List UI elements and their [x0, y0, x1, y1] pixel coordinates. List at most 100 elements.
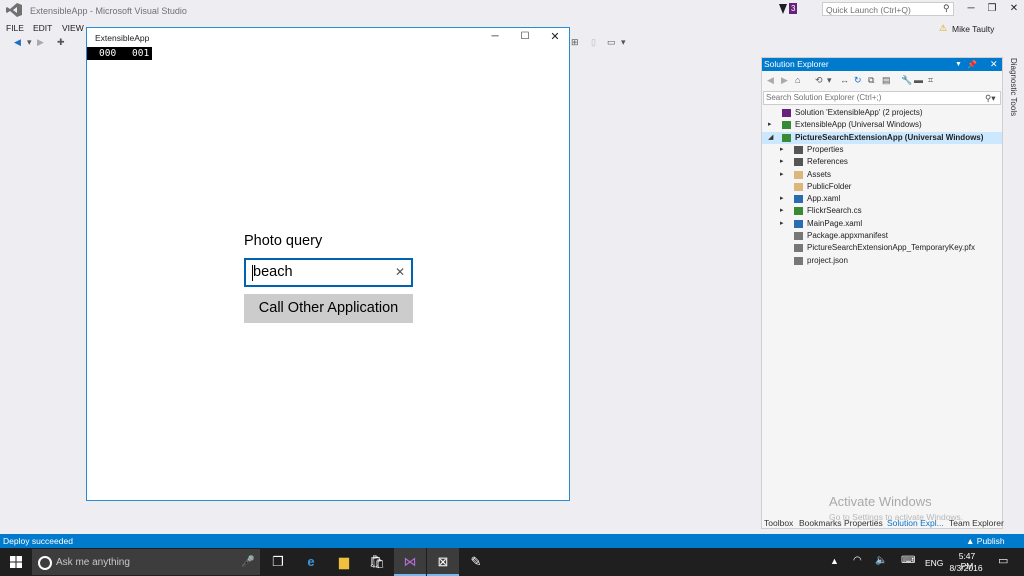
- chevron-right-icon[interactable]: ▸: [768, 119, 772, 131]
- menu-file[interactable]: FILE: [6, 23, 24, 33]
- pending-changes-icon[interactable]: ↔: [840, 75, 849, 85]
- chevron-down-icon[interactable]: ▼: [955, 58, 962, 71]
- visual-studio-taskbar-icon[interactable]: ⋈: [394, 548, 426, 576]
- menu-view[interactable]: VIEW: [62, 23, 84, 33]
- tree-item[interactable]: PictureSearchExtensionApp_TemporaryKey.p…: [762, 242, 1002, 254]
- windows-start-icon[interactable]: [10, 556, 22, 568]
- vs-close-button[interactable]: ✕: [1006, 2, 1022, 16]
- activate-windows-watermark: Activate Windows: [829, 494, 932, 509]
- tree-item[interactable]: Solution 'ExtensibleApp' (2 projects): [762, 107, 1002, 119]
- wrench-icon[interactable]: 🔧: [901, 75, 912, 86]
- toolbar-disabled-icon[interactable]: ▯: [591, 37, 596, 48]
- show-hidden-icons-icon[interactable]: ▲: [830, 556, 839, 566]
- toolbar-extra-icon[interactable]: ⊞: [571, 37, 579, 48]
- task-view-icon[interactable]: ❐: [262, 548, 294, 576]
- tab-toolbox[interactable]: Toolbox: [764, 518, 793, 528]
- tree-item[interactable]: ▸ FlickrSearch.cs: [762, 205, 1002, 217]
- tree-item[interactable]: ▸ Assets: [762, 169, 1002, 181]
- cortana-search-box[interactable]: Ask me anything 🎤: [32, 549, 260, 575]
- xaml-icon: [794, 195, 803, 204]
- collapse-all-icon[interactable]: ⧉: [868, 75, 874, 86]
- toolbar-icon[interactable]: ▭: [607, 37, 616, 48]
- tree-item[interactable]: PublicFolder: [762, 181, 1002, 193]
- app-minimize-button[interactable]: ─: [487, 30, 503, 44]
- tree-item[interactable]: ▸ Properties: [762, 144, 1002, 156]
- call-other-application-button[interactable]: Call Other Application: [244, 294, 413, 323]
- chevron-right-icon[interactable]: ▸: [780, 218, 784, 230]
- input-language[interactable]: ENG: [925, 558, 943, 568]
- chevron-right-icon[interactable]: ▸: [780, 205, 784, 217]
- solution-explorer-search-input[interactable]: Search Solution Explorer (Ctrl+;) ⚲▾: [763, 91, 1001, 105]
- file-explorer-icon[interactable]: ▆: [328, 548, 360, 576]
- back-icon[interactable]: ◀: [767, 75, 774, 86]
- chevron-right-icon[interactable]: ▸: [780, 156, 784, 168]
- home-icon[interactable]: ⌂: [795, 75, 800, 85]
- publish-button[interactable]: ▲ Publish: [966, 536, 1005, 546]
- clock-date[interactable]: 8/3/2016: [946, 563, 986, 573]
- vs-minimize-button[interactable]: ─: [963, 2, 979, 16]
- chevron-right-icon[interactable]: ▸: [780, 144, 784, 156]
- menu-edit[interactable]: EDIT: [33, 23, 52, 33]
- dropdown-arrow-icon[interactable]: ▾: [827, 75, 832, 86]
- app-maximize-button[interactable]: ☐: [517, 30, 533, 44]
- warning-icon: ⚠: [939, 23, 948, 33]
- tree-item[interactable]: ▸ App.xaml: [762, 193, 1002, 205]
- refresh-icon[interactable]: ↻: [854, 75, 862, 86]
- publish-label: Publish: [976, 536, 1005, 546]
- tree-item[interactable]: ▸ MainPage.xaml: [762, 218, 1002, 230]
- preview-icon[interactable]: ▬: [914, 75, 923, 85]
- microphone-icon[interactable]: 🎤: [241, 555, 255, 568]
- tree-item[interactable]: ◢ PictureSearchExtensionApp (Universal Wi…: [762, 131, 1002, 144]
- notification-count-badge[interactable]: 3: [789, 3, 798, 14]
- wrench-icon: [794, 145, 803, 154]
- class-view-icon[interactable]: ⌗: [928, 75, 933, 86]
- close-icon[interactable]: ✕: [990, 58, 998, 71]
- photo-query-input[interactable]: beach ✕: [244, 258, 413, 287]
- chevron-expanded-icon[interactable]: ◢: [768, 132, 773, 144]
- chevron-right-icon[interactable]: ▸: [780, 169, 784, 181]
- search-icon[interactable]: ⚲▾: [985, 92, 996, 104]
- pin-icon[interactable]: 📌: [967, 58, 977, 71]
- tree-item[interactable]: ▸ ExtensibleApp (Universal Windows): [762, 119, 1002, 131]
- project-icon: [782, 121, 791, 130]
- extensible-app-taskbar-icon[interactable]: ⊠: [427, 548, 459, 576]
- manifest-icon: [794, 232, 803, 240]
- tree-item-label: FlickrSearch.cs: [807, 206, 862, 216]
- diagnostic-tools-tab[interactable]: Diagnostic Tools: [1007, 58, 1021, 118]
- tree-item-label: References: [807, 157, 848, 167]
- quick-launch-input[interactable]: Quick Launch (Ctrl+Q): [822, 2, 954, 16]
- photo-query-value[interactable]: beach: [253, 264, 293, 280]
- new-project-icon[interactable]: ✚: [57, 37, 65, 48]
- key-icon: [794, 244, 803, 253]
- csharp-icon: [794, 207, 803, 216]
- keyboard-icon[interactable]: ⌨: [901, 555, 915, 566]
- toolbar-overflow-icon[interactable]: ▾: [621, 37, 626, 48]
- tree-item[interactable]: Package.appxmanifest: [762, 230, 1002, 242]
- edge-browser-icon[interactable]: e: [295, 548, 327, 576]
- history-icon[interactable]: ⟲: [815, 75, 823, 86]
- app-close-button[interactable]: ✕: [547, 30, 563, 44]
- vs-restore-button[interactable]: ❐: [984, 2, 1000, 16]
- dropdown-arrow-icon[interactable]: ▾: [27, 37, 32, 48]
- navigate-forward-icon[interactable]: ▶: [37, 37, 44, 48]
- volume-icon[interactable]: 🔈: [875, 555, 887, 566]
- forward-icon[interactable]: ▶: [781, 75, 788, 86]
- signed-in-user[interactable]: Mike Taulty: [952, 24, 994, 34]
- tree-item[interactable]: project.json: [762, 255, 1002, 267]
- diagnostic-tools-label: Diagnostic Tools: [1009, 58, 1018, 117]
- references-icon: [794, 158, 803, 167]
- tree-item-label: Package.appxmanifest: [807, 231, 888, 240]
- clear-icon[interactable]: ✕: [395, 265, 405, 279]
- app-taskbar-icon[interactable]: ✎: [460, 548, 492, 576]
- chevron-right-icon[interactable]: ▸: [780, 193, 784, 205]
- store-icon[interactable]: 🛍: [361, 548, 393, 576]
- search-icon[interactable]: ⚲: [943, 3, 950, 14]
- action-center-icon[interactable]: ▭: [998, 554, 1008, 567]
- tree-item[interactable]: ▸ References: [762, 156, 1002, 168]
- navigate-back-icon[interactable]: ◀: [14, 37, 21, 48]
- show-all-files-icon[interactable]: ▤: [882, 75, 891, 86]
- solution-explorer-header: Solution Explorer ▼ 📌 ✕: [762, 58, 1002, 71]
- vs-window-title: ExtensibleApp - Microsoft Visual Studio: [30, 6, 187, 16]
- vs-status-bar: Deploy succeeded ▲ Publish: [0, 534, 1024, 548]
- network-icon[interactable]: ◠: [853, 555, 862, 566]
